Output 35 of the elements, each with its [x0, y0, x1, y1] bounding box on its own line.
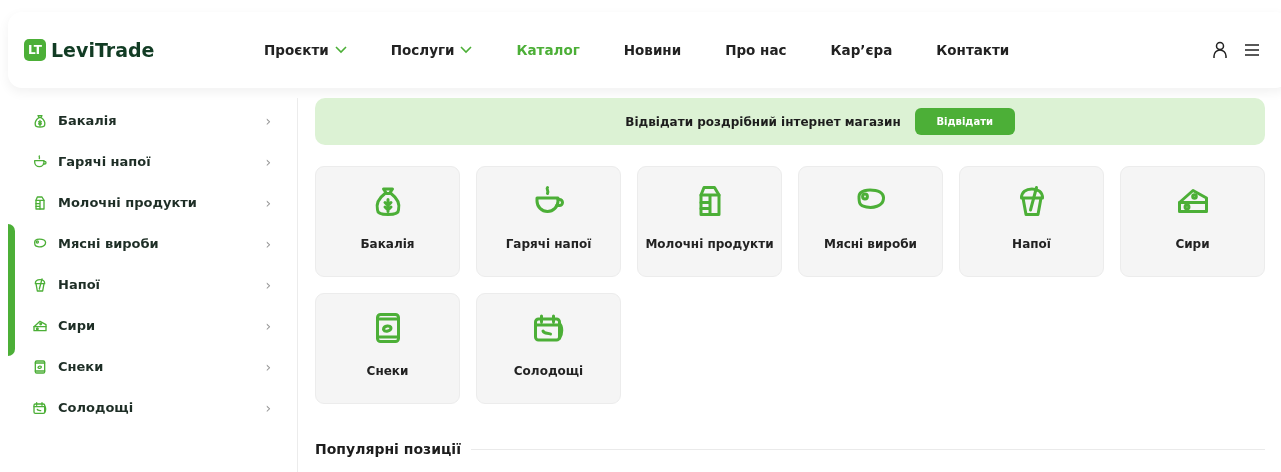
- category-card[interactable]: Бакалія: [315, 166, 460, 277]
- calendar-icon: [32, 399, 48, 416]
- user-icon[interactable]: [1213, 41, 1227, 59]
- sidebar-item[interactable]: Солодощі ›: [0, 387, 297, 428]
- section-heading: Популярні позиції: [315, 441, 461, 457]
- category-card[interactable]: Напої: [959, 166, 1104, 277]
- sidebar-item[interactable]: Напої ›: [0, 264, 297, 305]
- sidebar-item[interactable]: Бакалія ›: [0, 100, 297, 141]
- snack-pack-icon: [32, 358, 48, 375]
- nav-link[interactable]: Про нас: [725, 42, 787, 58]
- category-card[interactable]: Солодощі: [476, 293, 621, 404]
- nav-link[interactable]: Послуги: [390, 42, 473, 58]
- sidebar-item[interactable]: Молочні продукти ›: [0, 182, 297, 223]
- category-card[interactable]: Сири: [1120, 166, 1265, 277]
- sidebar-item[interactable]: Снеки ›: [0, 346, 297, 387]
- nav-link[interactable]: Новини: [623, 42, 682, 58]
- nav-link[interactable]: Проєкти: [264, 42, 347, 58]
- sidebar-item[interactable]: Гарячі напої ›: [0, 141, 297, 182]
- chevron-down-icon: [334, 46, 347, 54]
- milk-carton-icon: [32, 194, 48, 211]
- logo-text[interactable]: LeviTrade: [51, 39, 155, 61]
- category-card[interactable]: Молочні продукти: [637, 166, 782, 277]
- category-card[interactable]: Гарячі напої: [476, 166, 621, 277]
- nav-link[interactable]: Контакти: [936, 42, 1010, 58]
- menu-icon[interactable]: [1245, 44, 1259, 56]
- nav-link[interactable]: Кар’єра: [830, 42, 893, 58]
- sidebar-item[interactable]: Мясні вироби ›: [0, 223, 297, 264]
- category-card[interactable]: Мясні вироби: [798, 166, 943, 277]
- drink-cup-icon: [32, 276, 48, 293]
- sack-icon: [32, 112, 48, 129]
- chevron-down-icon: [460, 46, 473, 54]
- sidebar-item[interactable]: Сири ›: [0, 305, 297, 346]
- cup-icon: [32, 153, 48, 170]
- banner-text: Відвідати роздрібний інтернет магазин: [625, 114, 901, 129]
- category-card[interactable]: Снеки: [315, 293, 460, 404]
